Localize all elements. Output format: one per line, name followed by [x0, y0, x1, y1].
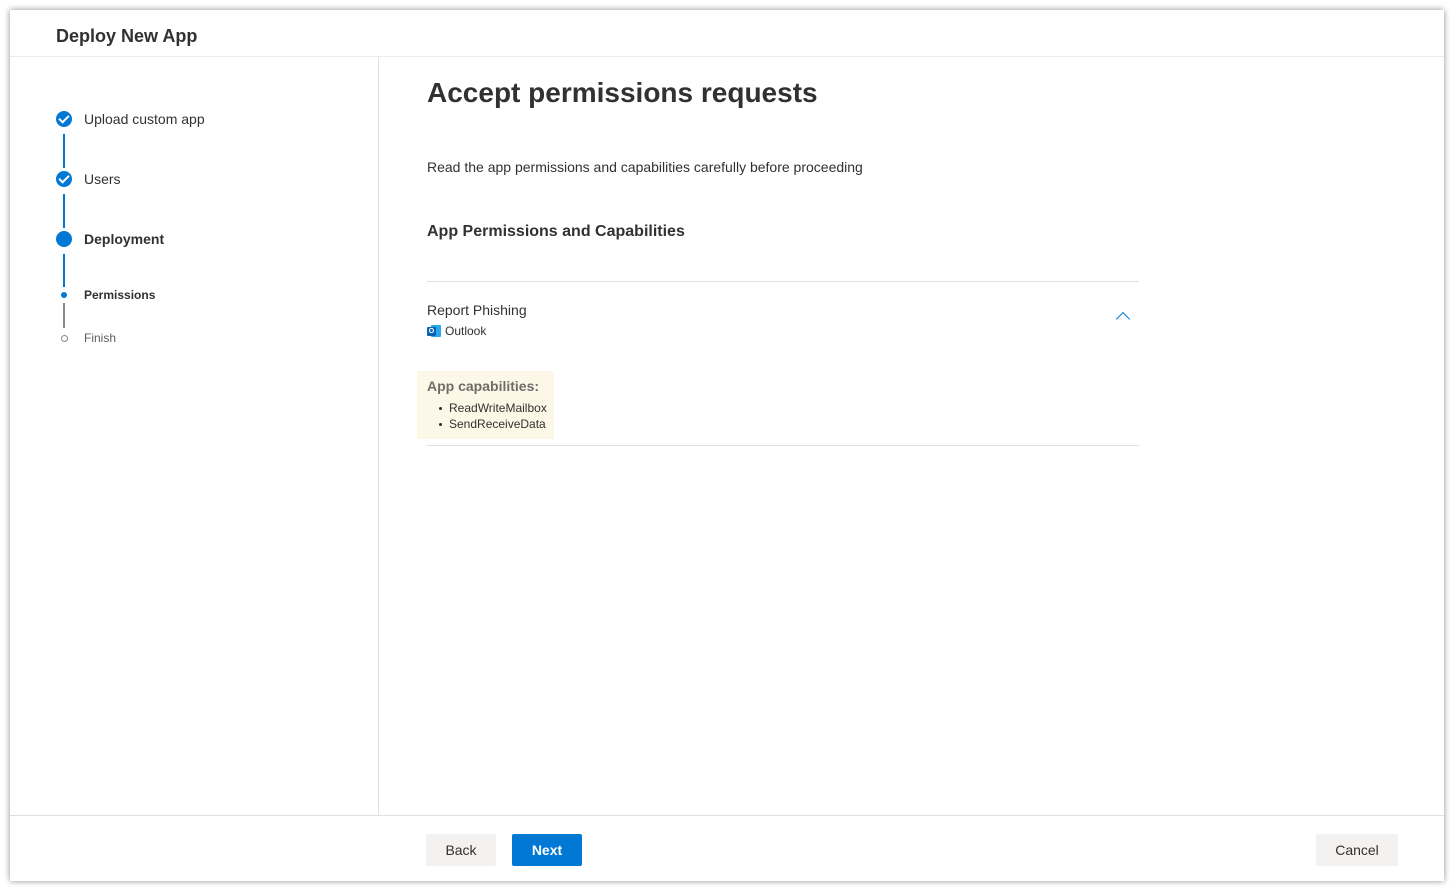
capabilities-title: App capabilities:	[427, 378, 540, 394]
capabilities-list: ReadWriteMailbox SendReceiveData	[439, 400, 547, 432]
step-connector	[63, 303, 65, 328]
step-label: Permissions	[84, 288, 156, 302]
step-label: Upload custom app	[84, 111, 205, 127]
step-label: Finish	[84, 331, 117, 345]
current-step-dot-icon	[56, 231, 72, 247]
step-connector	[63, 134, 65, 168]
section-title: App Permissions and Capabilities	[427, 223, 685, 240]
page-title: Accept permissions requests	[427, 77, 818, 108]
cancel-button[interactable]: Cancel	[1316, 834, 1398, 866]
deploy-app-panel: Deploy New App Upload custom app Users D…	[10, 10, 1444, 881]
step-label: Deployment	[84, 231, 165, 247]
step-connector	[63, 194, 65, 228]
outlook-icon: O	[427, 324, 441, 338]
step-label: Users	[84, 171, 121, 187]
host-label: Outlook	[445, 324, 487, 338]
app-name: Report Phishing	[427, 302, 527, 318]
app-capabilities: App capabilities: ReadWriteMailbox SendR…	[417, 371, 554, 439]
current-substep-dot-icon	[61, 292, 67, 298]
upcoming-step-dot-icon	[61, 334, 68, 342]
checkmark-icon	[56, 171, 72, 187]
list-item: ReadWriteMailbox	[439, 400, 547, 416]
step-connector	[63, 254, 65, 287]
checkmark-icon	[56, 111, 72, 127]
app-host: O Outlook	[427, 323, 486, 339]
wizard-steps: Upload custom app Users Deployment Permi…	[10, 57, 379, 815]
list-item: SendReceiveData	[439, 416, 547, 432]
page-description: Read the app permissions and capabilitie…	[427, 159, 863, 175]
chevron-up-icon[interactable]	[1117, 310, 1129, 322]
panel-header: Deploy New App	[10, 10, 1444, 57]
panel-title: Deploy New App	[56, 26, 198, 46]
app-permissions-accordion: Report Phishing O Outlook App capabiliti…	[417, 281, 1139, 446]
next-button[interactable]: Next	[512, 834, 582, 866]
back-button[interactable]: Back	[426, 834, 496, 866]
panel-footer: Back Next Cancel	[10, 815, 1444, 881]
